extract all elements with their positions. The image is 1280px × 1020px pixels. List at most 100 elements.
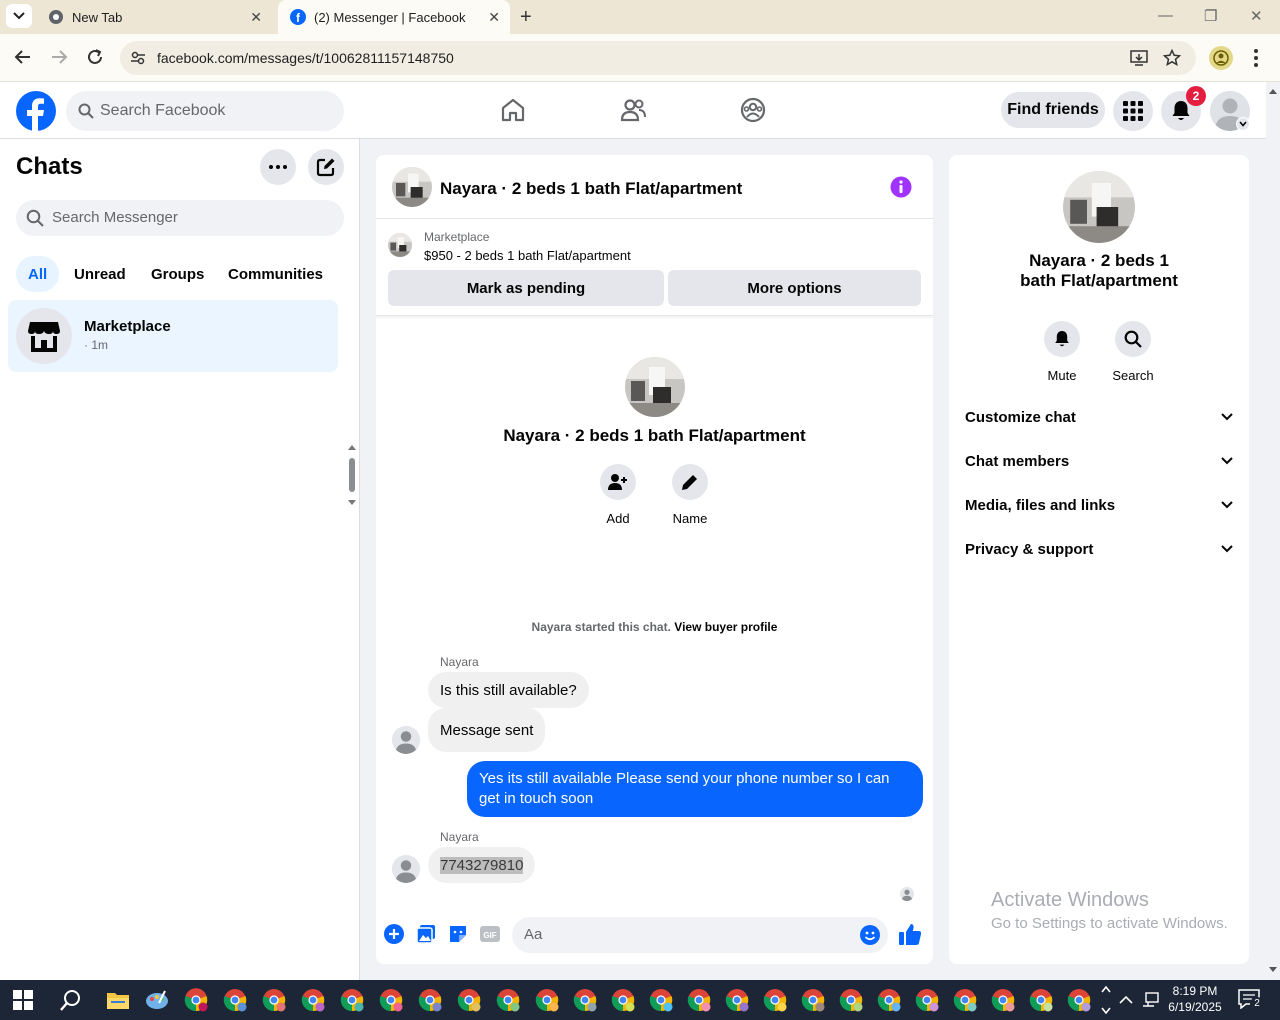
- photo-attach-icon[interactable]: [416, 924, 436, 944]
- restore-icon[interactable]: ❐: [1204, 7, 1217, 25]
- message-bubble[interactable]: Message sent: [428, 708, 546, 752]
- back-arrow-icon[interactable]: [14, 48, 32, 66]
- emoji-icon[interactable]: [860, 925, 880, 945]
- chat-list-scrollbar[interactable]: [346, 444, 358, 506]
- filter-groups[interactable]: Groups: [139, 256, 216, 292]
- facebook-search-input[interactable]: Search Facebook: [66, 91, 344, 131]
- chrome-window-icon[interactable]: [763, 988, 787, 1012]
- browser-profile-icon[interactable]: [1209, 46, 1233, 70]
- tab-new-tab[interactable]: New Tab ✕: [36, 0, 272, 34]
- page-scroll-down-icon[interactable]: [1268, 966, 1278, 974]
- conversation-info-icon[interactable]: [890, 176, 912, 198]
- mute-button[interactable]: Mute: [1032, 321, 1092, 383]
- filter-communities[interactable]: Communities: [216, 256, 335, 292]
- taskbar-overflow-arrows-icon[interactable]: [1100, 984, 1112, 1016]
- chrome-window-icon[interactable]: [418, 988, 442, 1012]
- windows-start-icon[interactable]: [13, 990, 33, 1010]
- menu-grid-button[interactable]: [1113, 91, 1153, 131]
- filter-all[interactable]: All: [16, 256, 60, 292]
- chrome-window-icon[interactable]: [801, 988, 825, 1012]
- show-hidden-icons-icon[interactable]: [1118, 992, 1134, 1008]
- chrome-window-icon[interactable]: [262, 988, 286, 1012]
- chrome-window-icon[interactable]: [725, 988, 749, 1012]
- chrome-window-icon[interactable]: [573, 988, 597, 1012]
- chrome-window-icon[interactable]: [223, 988, 247, 1012]
- page-scroll-up-icon[interactable]: [1268, 87, 1278, 95]
- chrome-window-icon[interactable]: [340, 988, 364, 1012]
- conversation-title[interactable]: Nayara · 2 beds 1 bath Flat/apartment: [440, 179, 742, 199]
- sticker-icon[interactable]: [448, 924, 468, 944]
- chrome-window-icon[interactable]: [1067, 988, 1091, 1012]
- privacy-support-section[interactable]: Privacy & support: [965, 537, 1233, 561]
- message-bubble[interactable]: Is this still available?: [428, 672, 589, 708]
- taskbar-search-icon[interactable]: [60, 989, 82, 1011]
- reload-icon[interactable]: [86, 48, 104, 66]
- account-chevron-icon[interactable]: [1236, 117, 1250, 131]
- listing-photo-avatar[interactable]: [392, 167, 432, 207]
- search-in-conversation-button[interactable]: Search: [1103, 321, 1163, 383]
- action-center-button[interactable]: 2: [1238, 989, 1264, 1011]
- sent-message-bubble[interactable]: Yes its still available Please send your…: [467, 761, 923, 817]
- new-tab-plus-icon[interactable]: +: [520, 7, 532, 27]
- chrome-window-icon[interactable]: [991, 988, 1015, 1012]
- customize-chat-section[interactable]: Customize chat: [965, 405, 1233, 429]
- mark-as-pending-button[interactable]: Mark as pending: [388, 270, 664, 306]
- close-icon[interactable]: ✕: [488, 10, 500, 24]
- chrome-window-icon[interactable]: [953, 988, 977, 1012]
- chat-members-section[interactable]: Chat members: [965, 449, 1233, 473]
- listing-thumbnail[interactable]: [388, 233, 412, 257]
- browser-menu-icon[interactable]: [1253, 48, 1259, 68]
- chrome-window-icon[interactable]: [687, 988, 711, 1012]
- find-friends-button[interactable]: Find friends: [1001, 92, 1105, 128]
- facebook-logo-icon[interactable]: [16, 91, 56, 131]
- new-message-button[interactable]: [308, 149, 344, 185]
- friends-icon[interactable]: [620, 97, 646, 123]
- filter-unread[interactable]: Unread: [62, 256, 138, 292]
- notification-badge: 2: [1186, 86, 1206, 106]
- add-people-button[interactable]: Add: [588, 464, 648, 526]
- paint-app-icon[interactable]: [145, 988, 169, 1012]
- chat-options-button[interactable]: [260, 149, 296, 185]
- file-explorer-icon[interactable]: [106, 988, 130, 1012]
- window-close-icon[interactable]: ✕: [1250, 7, 1263, 25]
- install-app-icon[interactable]: [1130, 49, 1148, 67]
- sender-avatar[interactable]: [392, 726, 420, 754]
- groups-icon[interactable]: [740, 97, 766, 123]
- chrome-window-icon[interactable]: [379, 988, 403, 1012]
- chrome-window-icon[interactable]: [839, 988, 863, 1012]
- bookmark-star-icon[interactable]: [1163, 49, 1181, 67]
- forward-arrow-icon[interactable]: [50, 48, 68, 66]
- address-bar[interactable]: facebook.com/messages/t/1006281115714875…: [120, 41, 1196, 75]
- chrome-window-icon[interactable]: [1029, 988, 1053, 1012]
- network-icon[interactable]: [1142, 991, 1160, 1009]
- messenger-search-input[interactable]: Search Messenger: [16, 200, 344, 236]
- minimize-icon[interactable]: —: [1158, 7, 1173, 24]
- thumbs-up-icon[interactable]: [898, 922, 922, 946]
- tab-messenger[interactable]: f (2) Messenger | Facebook ✕: [278, 0, 510, 34]
- name-chat-button[interactable]: Name: [660, 464, 720, 526]
- chrome-window-icon[interactable]: [457, 988, 481, 1012]
- close-icon[interactable]: ✕: [250, 10, 262, 24]
- chrome-window-icon[interactable]: [496, 988, 520, 1012]
- taskbar-clock[interactable]: 8:19 PM 6/19/2025: [1166, 983, 1224, 1015]
- site-info-icon[interactable]: [130, 50, 146, 66]
- chrome-window-icon[interactable]: [611, 988, 635, 1012]
- gif-icon[interactable]: GIF: [480, 924, 500, 944]
- chrome-window-icon[interactable]: [877, 988, 901, 1012]
- chat-list-item[interactable]: Marketplace · 1m: [8, 300, 338, 372]
- chrome-window-icon[interactable]: [915, 988, 939, 1012]
- media-files-links-section[interactable]: Media, files and links: [965, 493, 1233, 517]
- listing-price-title[interactable]: $950 - 2 beds 1 bath Flat/apartment: [424, 248, 631, 263]
- plus-circle-icon[interactable]: [384, 924, 404, 944]
- tab-search-button[interactable]: [6, 4, 32, 28]
- chrome-window-icon[interactable]: [649, 988, 673, 1012]
- chrome-window-icon[interactable]: [184, 988, 208, 1012]
- chrome-window-icon[interactable]: [535, 988, 559, 1012]
- view-buyer-profile-link[interactable]: View buyer profile: [674, 620, 777, 634]
- chrome-window-icon[interactable]: [301, 988, 325, 1012]
- sender-avatar[interactable]: [392, 855, 420, 883]
- message-bubble[interactable]: 7743279810: [428, 847, 536, 883]
- home-icon[interactable]: [500, 97, 526, 123]
- message-input[interactable]: Aa: [512, 917, 888, 953]
- more-options-button[interactable]: More options: [668, 270, 921, 306]
